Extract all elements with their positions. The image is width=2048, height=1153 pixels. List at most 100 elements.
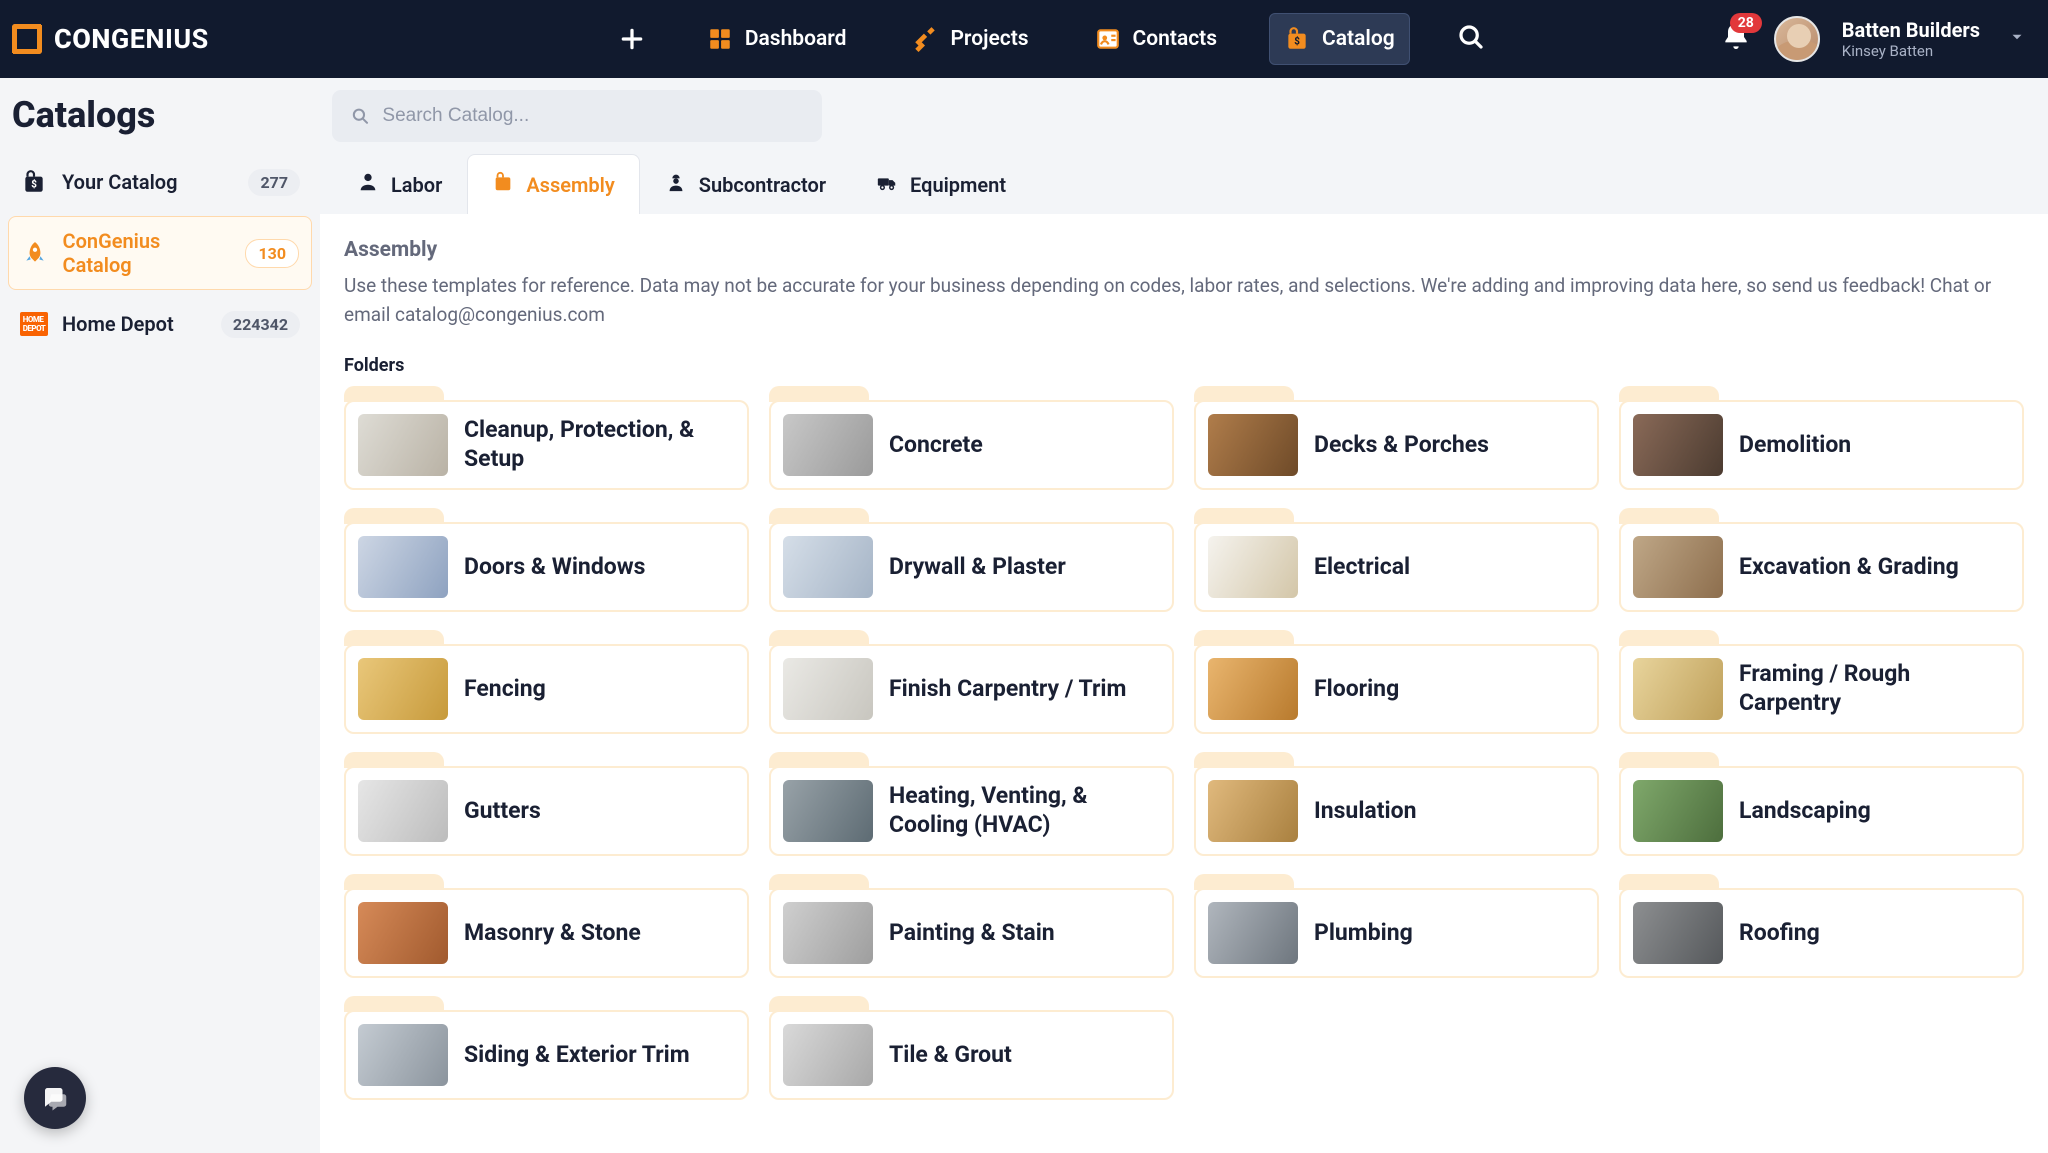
folder-title: Excavation & Grading	[1739, 553, 1959, 582]
sidebar-item-label: ConGenius Catalog	[63, 229, 232, 277]
tab-subcontractor[interactable]: Subcontractor	[640, 154, 851, 214]
tab-assembly[interactable]: Assembly	[467, 154, 639, 214]
brand-logo[interactable]: CONGENIUS	[10, 22, 209, 56]
folder-insulation[interactable]: Insulation	[1194, 752, 1599, 856]
nav-contacts[interactable]: Contacts	[1081, 14, 1231, 64]
folder-siding-exterior-trim[interactable]: Siding & Exterior Trim	[344, 996, 749, 1100]
catalog-icon: $	[1284, 26, 1310, 52]
nav-projects[interactable]: Projects	[898, 14, 1042, 64]
folder-thumb	[1208, 780, 1298, 842]
home-depot-icon: HOMEDEPOT	[20, 310, 48, 338]
folder-title: Roofing	[1739, 919, 1820, 948]
folder-roofing[interactable]: Roofing	[1619, 874, 2024, 978]
sidebar: Catalogs $ Your Catalog 277 ConGenius Ca…	[0, 78, 320, 1153]
sidebar-item-count: 277	[248, 169, 300, 196]
nav-contacts-label: Contacts	[1133, 27, 1217, 51]
folder-thumb	[783, 414, 873, 476]
folder-painting-stain[interactable]: Painting & Stain	[769, 874, 1174, 978]
folder-framing-rough-carpentry[interactable]: Framing / Rough Carpentry	[1619, 630, 2024, 734]
folder-title: Painting & Stain	[889, 919, 1055, 948]
folder-thumb	[1208, 902, 1298, 964]
user-name: Kinsey Batten	[1842, 42, 1980, 60]
folder-tile-grout[interactable]: Tile & Grout	[769, 996, 1174, 1100]
folder-fencing[interactable]: Fencing	[344, 630, 749, 734]
user-avatar[interactable]	[1774, 16, 1820, 62]
main-body: Assembly Use these templates for referen…	[320, 214, 2048, 1153]
folder-masonry-stone[interactable]: Masonry & Stone	[344, 874, 749, 978]
folder-thumb	[783, 902, 873, 964]
plus-icon	[619, 26, 645, 52]
chevron-down-icon	[2008, 28, 2026, 46]
rocket-icon	[21, 239, 49, 267]
folder-thumb	[783, 658, 873, 720]
nav-dashboard-label: Dashboard	[745, 27, 847, 51]
folder-thumb	[783, 1024, 873, 1086]
folder-title: Masonry & Stone	[464, 919, 641, 948]
folder-title: Gutters	[464, 797, 541, 826]
folder-cleanup-protection-setup[interactable]: Cleanup, Protection, & Setup	[344, 386, 749, 490]
folder-title: Flooring	[1314, 675, 1399, 704]
folder-finish-carpentry-trim[interactable]: Finish Carpentry / Trim	[769, 630, 1174, 734]
folder-electrical[interactable]: Electrical	[1194, 508, 1599, 612]
svg-text:$: $	[1294, 36, 1300, 47]
folder-title: Insulation	[1314, 797, 1416, 826]
sidebar-item-your-catalog[interactable]: $ Your Catalog 277	[8, 156, 312, 208]
folder-title: Cleanup, Protection, & Setup	[464, 416, 731, 474]
folder-thumb	[1633, 536, 1723, 598]
folder-thumb	[1208, 536, 1298, 598]
folder-gutters[interactable]: Gutters	[344, 752, 749, 856]
catalog-search-input[interactable]	[382, 105, 804, 127]
your-catalog-icon: $	[20, 168, 48, 196]
tab-label: Equipment	[910, 173, 1006, 197]
sidebar-item-home-depot[interactable]: HOMEDEPOT Home Depot 224342	[8, 298, 312, 350]
nav-dashboard[interactable]: Dashboard	[693, 14, 861, 64]
folder-flooring[interactable]: Flooring	[1194, 630, 1599, 734]
main-panel: Labor Assembly Subcontractor	[320, 78, 2048, 1153]
folder-title: Siding & Exterior Trim	[464, 1041, 690, 1070]
catalog-search[interactable]	[332, 90, 822, 142]
folder-title: Electrical	[1314, 553, 1410, 582]
sidebar-item-congenius-catalog[interactable]: ConGenius Catalog 130	[8, 216, 312, 290]
add-button[interactable]	[609, 16, 655, 62]
folder-landscaping[interactable]: Landscaping	[1619, 752, 2024, 856]
folder-excavation-grading[interactable]: Excavation & Grading	[1619, 508, 2024, 612]
folder-title: Landscaping	[1739, 797, 1871, 826]
folder-demolition[interactable]: Demolition	[1619, 386, 2024, 490]
folder-plumbing[interactable]: Plumbing	[1194, 874, 1599, 978]
user-menu[interactable]: Batten Builders Kinsey Batten	[1842, 18, 1980, 60]
notifications-button[interactable]: 28	[1720, 21, 1752, 57]
folder-decks-porches[interactable]: Decks & Porches	[1194, 386, 1599, 490]
folder-title: Demolition	[1739, 431, 1851, 460]
tools-icon	[912, 26, 938, 52]
folder-thumb	[1208, 414, 1298, 476]
tab-label: Subcontractor	[699, 173, 826, 197]
folder-drywall-plaster[interactable]: Drywall & Plaster	[769, 508, 1174, 612]
tab-equipment[interactable]: Equipment	[851, 154, 1031, 214]
main-header-area: Labor Assembly Subcontractor	[320, 78, 2048, 214]
top-nav: CONGENIUS Dashboard Projects Contacts	[0, 0, 2048, 78]
brand-name: CONGENIUS	[54, 23, 209, 55]
folder-doors-windows[interactable]: Doors & Windows	[344, 508, 749, 612]
nav-search-button[interactable]	[1456, 22, 1486, 56]
folder-title: Heating, Venting, & Cooling (HVAC)	[889, 782, 1156, 840]
chat-button[interactable]	[24, 1067, 86, 1129]
sidebar-title: Catalogs	[8, 88, 312, 156]
folder-thumb	[358, 658, 448, 720]
folder-concrete[interactable]: Concrete	[769, 386, 1174, 490]
folder-thumb	[358, 536, 448, 598]
sidebar-item-count: 224342	[221, 311, 300, 338]
catalog-tabs: Labor Assembly Subcontractor	[320, 154, 2048, 214]
folder-title: Decks & Porches	[1314, 431, 1489, 460]
brand-part1: CON	[54, 23, 111, 55]
folder-thumb	[358, 1024, 448, 1086]
company-name: Batten Builders	[1842, 18, 1980, 42]
folder-thumb	[1208, 658, 1298, 720]
user-menu-caret[interactable]	[2008, 28, 2026, 50]
chat-icon	[40, 1083, 70, 1113]
tab-labor[interactable]: Labor	[332, 154, 467, 214]
brand-part2: GENIUS	[111, 23, 209, 55]
nav-catalog[interactable]: $ Catalog	[1269, 13, 1410, 65]
folder-title: Fencing	[464, 675, 546, 704]
truck-icon	[876, 171, 898, 198]
folder-hvac[interactable]: Heating, Venting, & Cooling (HVAC)	[769, 752, 1174, 856]
